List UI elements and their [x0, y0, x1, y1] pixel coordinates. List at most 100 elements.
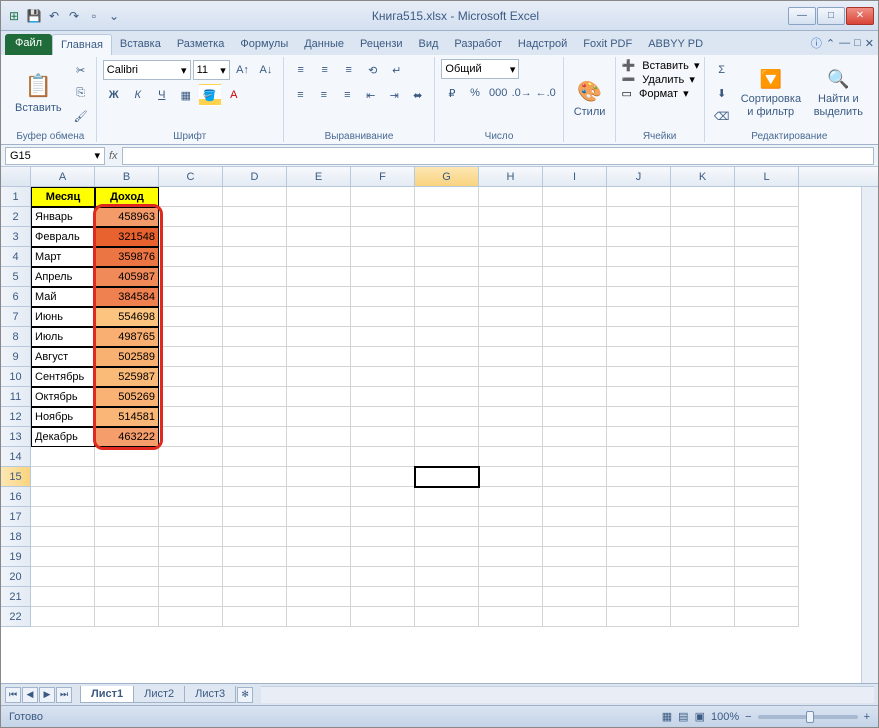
cell-D4[interactable] — [223, 247, 287, 267]
cell-I13[interactable] — [543, 427, 607, 447]
autosum-icon[interactable]: Σ — [711, 59, 733, 81]
cell-F5[interactable] — [351, 267, 415, 287]
cell-L9[interactable] — [735, 347, 799, 367]
cell-L17[interactable] — [735, 507, 799, 527]
indent-inc-icon[interactable]: ⇥ — [384, 84, 405, 106]
cell-L19[interactable] — [735, 547, 799, 567]
cell-F17[interactable] — [351, 507, 415, 527]
cell-B15[interactable] — [95, 467, 159, 487]
cell-J2[interactable] — [607, 207, 671, 227]
percent-icon[interactable]: % — [465, 82, 486, 104]
sheet-nav-first[interactable]: ⏮ — [5, 687, 21, 703]
underline-button[interactable]: Ч — [151, 84, 173, 106]
row-header[interactable]: 19 — [1, 547, 31, 567]
cell-E6[interactable] — [287, 287, 351, 307]
cell-B11[interactable]: 505269 — [95, 387, 159, 407]
cell-A17[interactable] — [31, 507, 95, 527]
cell-J3[interactable] — [607, 227, 671, 247]
cell-E13[interactable] — [287, 427, 351, 447]
inc-decimal-icon[interactable]: .0→ — [511, 82, 533, 104]
cell-E15[interactable] — [287, 467, 351, 487]
number-format-combo[interactable]: Общий▾ — [441, 59, 519, 79]
tab-review[interactable]: Рецензи — [352, 34, 411, 55]
cell-J10[interactable] — [607, 367, 671, 387]
cell-C16[interactable] — [159, 487, 223, 507]
cell-H22[interactable] — [479, 607, 543, 627]
cell-E7[interactable] — [287, 307, 351, 327]
cell-L4[interactable] — [735, 247, 799, 267]
cell-C14[interactable] — [159, 447, 223, 467]
cell-F10[interactable] — [351, 367, 415, 387]
cell-K7[interactable] — [671, 307, 735, 327]
row-header[interactable]: 14 — [1, 447, 31, 467]
cell-C10[interactable] — [159, 367, 223, 387]
cell-E5[interactable] — [287, 267, 351, 287]
cell-C17[interactable] — [159, 507, 223, 527]
tab-abbyy[interactable]: ABBYY PD — [640, 34, 711, 55]
cell-H4[interactable] — [479, 247, 543, 267]
cell-H6[interactable] — [479, 287, 543, 307]
minimize-ribbon-icon[interactable]: ⌃ — [826, 37, 835, 50]
row-header[interactable]: 18 — [1, 527, 31, 547]
cell-J5[interactable] — [607, 267, 671, 287]
cell-B21[interactable] — [95, 587, 159, 607]
cell-L11[interactable] — [735, 387, 799, 407]
cell-A12[interactable]: Ноябрь — [31, 407, 95, 427]
comma-icon[interactable]: 000 — [488, 82, 509, 104]
delete-cells-button[interactable]: ➖ Удалить ▾ — [622, 73, 698, 86]
cell-H7[interactable] — [479, 307, 543, 327]
cell-C7[interactable] — [159, 307, 223, 327]
cell-H9[interactable] — [479, 347, 543, 367]
col-header-A[interactable]: A — [31, 167, 95, 186]
cell-I18[interactable] — [543, 527, 607, 547]
cell-I12[interactable] — [543, 407, 607, 427]
cell-F22[interactable] — [351, 607, 415, 627]
cell-K10[interactable] — [671, 367, 735, 387]
cell-A22[interactable] — [31, 607, 95, 627]
cell-H11[interactable] — [479, 387, 543, 407]
cell-F1[interactable] — [351, 187, 415, 207]
cell-K3[interactable] — [671, 227, 735, 247]
cell-H10[interactable] — [479, 367, 543, 387]
cell-D19[interactable] — [223, 547, 287, 567]
cell-D16[interactable] — [223, 487, 287, 507]
orientation-icon[interactable]: ⟲ — [362, 59, 384, 81]
tab-view[interactable]: Вид — [411, 34, 447, 55]
cell-L10[interactable] — [735, 367, 799, 387]
col-header-H[interactable]: H — [479, 167, 543, 186]
cell-J18[interactable] — [607, 527, 671, 547]
cell-H12[interactable] — [479, 407, 543, 427]
italic-button[interactable]: К — [127, 84, 149, 106]
cell-G4[interactable] — [415, 247, 479, 267]
cell-F6[interactable] — [351, 287, 415, 307]
cell-I3[interactable] — [543, 227, 607, 247]
cell-I21[interactable] — [543, 587, 607, 607]
cell-C6[interactable] — [159, 287, 223, 307]
cell-B1[interactable]: Доход — [95, 187, 159, 207]
row-header[interactable]: 6 — [1, 287, 31, 307]
cell-F11[interactable] — [351, 387, 415, 407]
cell-E17[interactable] — [287, 507, 351, 527]
cell-F13[interactable] — [351, 427, 415, 447]
cell-F16[interactable] — [351, 487, 415, 507]
cell-G11[interactable] — [415, 387, 479, 407]
cell-B17[interactable] — [95, 507, 159, 527]
cell-I20[interactable] — [543, 567, 607, 587]
cell-B13[interactable]: 463222 — [95, 427, 159, 447]
row-header[interactable]: 17 — [1, 507, 31, 527]
col-header-C[interactable]: C — [159, 167, 223, 186]
cell-E9[interactable] — [287, 347, 351, 367]
cell-I17[interactable] — [543, 507, 607, 527]
fill-icon[interactable]: ⬇ — [711, 82, 733, 104]
cell-L18[interactable] — [735, 527, 799, 547]
cell-H14[interactable] — [479, 447, 543, 467]
cell-K2[interactable] — [671, 207, 735, 227]
cell-E10[interactable] — [287, 367, 351, 387]
row-header[interactable]: 20 — [1, 567, 31, 587]
cell-B8[interactable]: 498765 — [95, 327, 159, 347]
sheet-tab-2[interactable]: Лист2 — [133, 686, 185, 703]
cell-I22[interactable] — [543, 607, 607, 627]
cell-D22[interactable] — [223, 607, 287, 627]
cell-G20[interactable] — [415, 567, 479, 587]
cell-K12[interactable] — [671, 407, 735, 427]
